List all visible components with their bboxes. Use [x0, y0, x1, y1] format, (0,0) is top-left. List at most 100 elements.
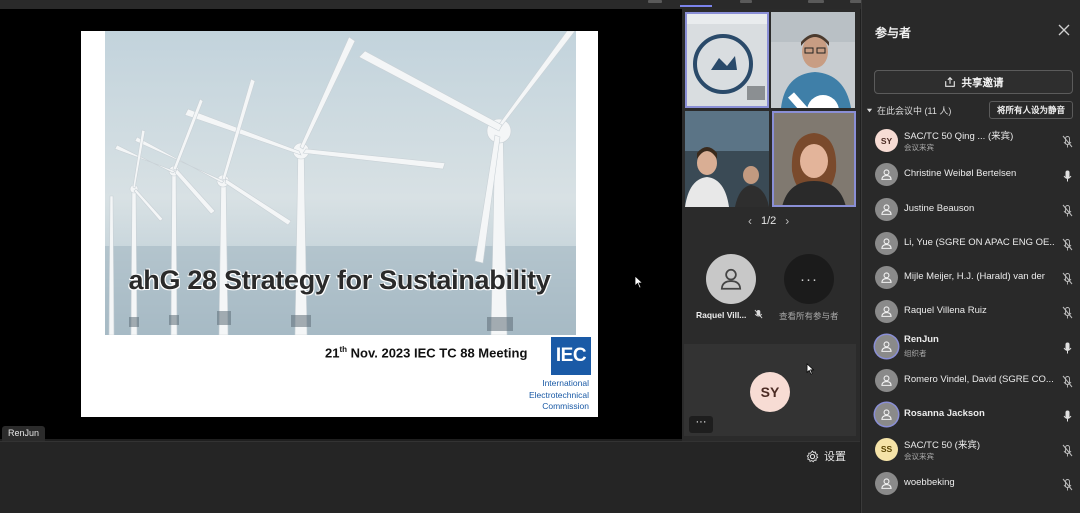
- bottom-bar: 设置: [0, 441, 860, 513]
- participant-avatar: [875, 334, 898, 358]
- mouse-cursor-icon: [634, 275, 644, 289]
- mic-muted-icon[interactable]: [1062, 238, 1073, 251]
- mic-muted-icon[interactable]: [1062, 375, 1073, 388]
- mic-muted-icon[interactable]: [1062, 272, 1073, 285]
- participant-row[interactable]: SS SAC/TC 50 (来宾) 会议来宾: [862, 433, 1080, 467]
- presentation-slide: ahG 28 Strategy for Sustainability 21th …: [81, 31, 598, 417]
- participant-avatar: SS: [875, 437, 898, 461]
- slide-title: ahG 28 Strategy for Sustainability: [128, 265, 551, 295]
- raquel-avatar[interactable]: [706, 254, 756, 304]
- participant-avatar: [875, 300, 898, 324]
- iec-logo: IEC: [551, 337, 591, 375]
- mic-muted-icon[interactable]: [1062, 204, 1073, 217]
- mic-muted-icon[interactable]: [1062, 135, 1073, 148]
- participant-row[interactable]: Raquel Villena Ruiz: [862, 295, 1080, 329]
- person-icon: [881, 478, 892, 489]
- next-page-icon[interactable]: ›: [785, 214, 789, 228]
- view-all-participants-label: 查看所有参与者: [779, 311, 839, 321]
- video-pager: ‹ 1/2 ›: [748, 214, 789, 228]
- meeting-day-suffix: th: [339, 345, 348, 354]
- two-people-video: [685, 111, 769, 207]
- iec-org-line: International: [542, 378, 589, 388]
- participant-avatar: [875, 231, 898, 255]
- toolbar-hint: [740, 0, 752, 3]
- participant-row[interactable]: Rosanna Jackson: [862, 398, 1080, 432]
- participant-role: 组织者: [904, 348, 927, 358]
- participant-row[interactable]: Justine Beauson: [862, 193, 1080, 227]
- participant-name: woebbeking: [904, 476, 955, 488]
- person-icon: [881, 272, 892, 284]
- participant-name: Mijle Meijer, H.J. (Harald) van der: [904, 271, 1045, 283]
- settings-button[interactable]: 设置: [806, 448, 846, 464]
- prev-page-icon[interactable]: ‹: [748, 214, 752, 228]
- share-icon: [944, 76, 955, 87]
- share-invite-label: 共享邀请: [961, 76, 1004, 89]
- participant-avatar: [875, 403, 898, 427]
- person-icon: [881, 306, 892, 318]
- participant-role: 会议来宾: [904, 451, 934, 461]
- mic-icon[interactable]: [1062, 409, 1073, 422]
- more-options-button[interactable]: ···: [689, 416, 713, 433]
- toolbar-hint: [648, 0, 662, 3]
- participant-avatar: [875, 163, 898, 187]
- person-icon: [881, 375, 892, 386]
- mic-muted-icon: [754, 309, 763, 319]
- participants-panel: 参与者 共享邀请 在此会议中 (11 人) 将所有人设为静音 SY SAC/TC …: [861, 0, 1080, 513]
- person-icon: [881, 169, 892, 181]
- participant-avatar: SY: [875, 129, 898, 152]
- person-icon: [720, 268, 742, 290]
- participant-avatar: [875, 471, 898, 495]
- participant-row[interactable]: RenJun 组织者: [862, 330, 1080, 364]
- mic-icon[interactable]: [1062, 169, 1073, 182]
- room-video: [685, 12, 769, 108]
- iec-org-name: International Electrotechnical Commissio…: [511, 378, 589, 413]
- participant-name: Rosanna Jackson: [904, 408, 985, 420]
- video-tile-woman[interactable]: [772, 111, 856, 207]
- view-all-participants-button[interactable]: ···: [784, 254, 834, 304]
- mic-muted-icon[interactable]: [1062, 306, 1073, 319]
- participant-row[interactable]: Li, Yue (SGRE ON APAC ENG OE...: [862, 227, 1080, 261]
- participant-row[interactable]: SY SAC/TC 50 Qing ... (来宾) 会议来宾: [862, 124, 1080, 158]
- person-icon: [881, 238, 892, 249]
- participant-row[interactable]: woebbeking: [862, 467, 1080, 501]
- video-tile-man[interactable]: [771, 12, 855, 108]
- participant-name: Raquel Villena Ruiz: [904, 305, 987, 317]
- participant-row[interactable]: Mijle Meijer, H.J. (Harald) van der: [862, 261, 1080, 295]
- mute-all-button[interactable]: 将所有人设为静音: [989, 101, 1074, 119]
- participant-name: SAC/TC 50 (来宾): [904, 439, 981, 451]
- meeting-day: 21: [325, 345, 340, 361]
- participant-row[interactable]: Christine Weibøl Bertelsen: [862, 158, 1080, 192]
- panel-title: 参与者: [875, 26, 912, 40]
- raquel-tile-name: Raquel Vill...: [696, 310, 747, 320]
- active-tab-indicator: [680, 5, 712, 7]
- participant-row[interactable]: Romero Vindel, David (SGRE CO...: [862, 364, 1080, 398]
- iec-org-line: Commission: [542, 401, 589, 411]
- chevron-down-icon: [866, 108, 873, 113]
- video-tile-two-people[interactable]: [685, 111, 769, 207]
- mic-icon[interactable]: [1062, 341, 1073, 354]
- mic-muted-icon[interactable]: [1062, 444, 1073, 457]
- toolbar-hint: [808, 0, 824, 3]
- in-meeting-section-toggle[interactable]: 在此会议中 (11 人): [866, 104, 951, 117]
- gear-icon: [806, 449, 819, 462]
- participant-name: Li, Yue (SGRE ON APAC ENG OE...: [904, 236, 1054, 248]
- mic-muted-icon[interactable]: [1062, 478, 1073, 491]
- iec-org-line: Electrotechnical: [528, 389, 589, 400]
- page-indicator: 1/2: [761, 215, 777, 227]
- participant-avatar: [875, 369, 898, 393]
- in-meeting-label: 在此会议中 (11 人): [877, 106, 952, 116]
- share-invite-button[interactable]: 共享邀请: [874, 70, 1073, 94]
- participant-name: Christine Weibøl Bertelsen: [904, 168, 1017, 180]
- video-tile-room[interactable]: [685, 12, 769, 108]
- participant-name: SAC/TC 50 Qing ... (来宾): [904, 131, 1014, 142]
- teams-meeting-window: ahG 28 Strategy for Sustainability 21th …: [0, 0, 1080, 513]
- participant-role: 会议来宾: [904, 143, 934, 152]
- mic-muted-icon: [788, 92, 839, 108]
- mouse-cursor-icon: [806, 363, 815, 375]
- participant-name: Justine Beauson: [904, 202, 975, 214]
- close-icon[interactable]: [1057, 23, 1071, 37]
- settings-label: 设置: [824, 451, 846, 463]
- shared-screen[interactable]: ahG 28 Strategy for Sustainability 21th …: [0, 9, 682, 443]
- person-icon: [881, 341, 892, 352]
- person-icon: [881, 409, 892, 421]
